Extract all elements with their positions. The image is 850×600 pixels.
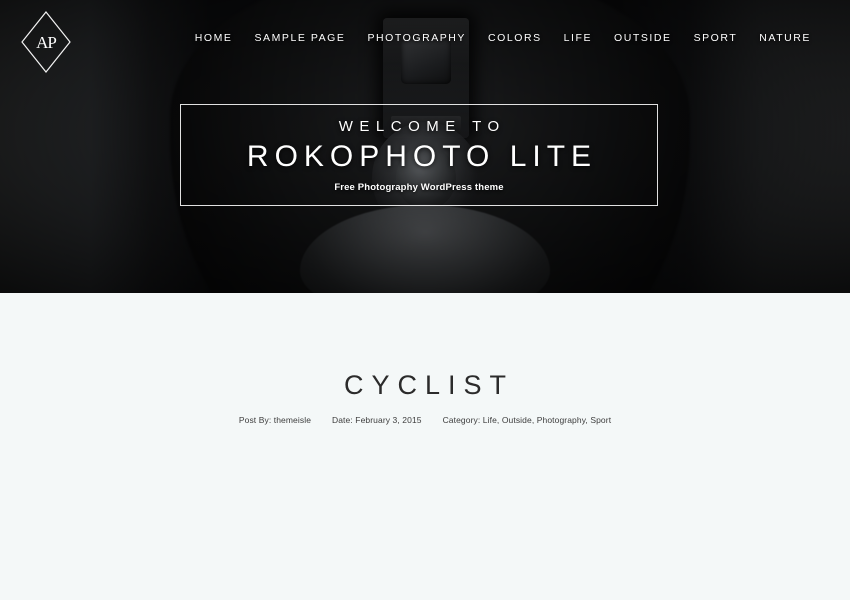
post-date-label: Date: [331, 415, 353, 425]
post-title: CYCLIST [343, 370, 515, 400]
hero-section: AP HOME SAMPLE PAGE PHOTOGRAPHY COLORS L… [0, 0, 850, 293]
svg-text:AP: AP [36, 33, 56, 52]
post-meta: Post By: themeisle Date: February 3, 201… [0, 415, 850, 425]
hero-title: ROKOPHOTO LITE [246, 139, 598, 173]
nav-item-outside[interactable]: OUTSIDE [603, 28, 683, 48]
hero-subtitle: Free Photography WordPress theme [334, 181, 504, 193]
nav-item-home[interactable]: HOME [184, 28, 244, 48]
site-logo[interactable]: AP [18, 8, 74, 76]
nav-item-sport[interactable]: SPORT [683, 28, 749, 48]
nav-item-sample-page[interactable]: SAMPLE PAGE [243, 28, 356, 48]
post-category-label: Category: [442, 415, 481, 425]
post-author-label: Post By: [238, 415, 272, 425]
post-author[interactable]: themeisle [274, 415, 311, 425]
nav-item-colors[interactable]: COLORS [477, 28, 553, 48]
nav-item-photography[interactable]: PHOTOGRAPHY [356, 28, 477, 48]
post-categories[interactable]: Life, Outside, Photography, Sport [483, 415, 611, 425]
main-navigation[interactable]: HOME SAMPLE PAGE PHOTOGRAPHY COLORS LIFE… [184, 28, 822, 48]
post-date: February 3, 2015 [355, 415, 422, 425]
nav-item-nature[interactable]: NATURE [748, 28, 822, 48]
content-section: CYCLIST Post By: themeisle Date: Februar… [0, 370, 850, 600]
hero-text-frame: WELCOME TO ROKOPHOTO LITE Free Photograp… [180, 104, 658, 206]
nav-item-life[interactable]: LIFE [553, 28, 603, 48]
diamond-logo-icon: AP [21, 11, 71, 73]
hero-welcome-text: WELCOME TO [338, 117, 506, 135]
